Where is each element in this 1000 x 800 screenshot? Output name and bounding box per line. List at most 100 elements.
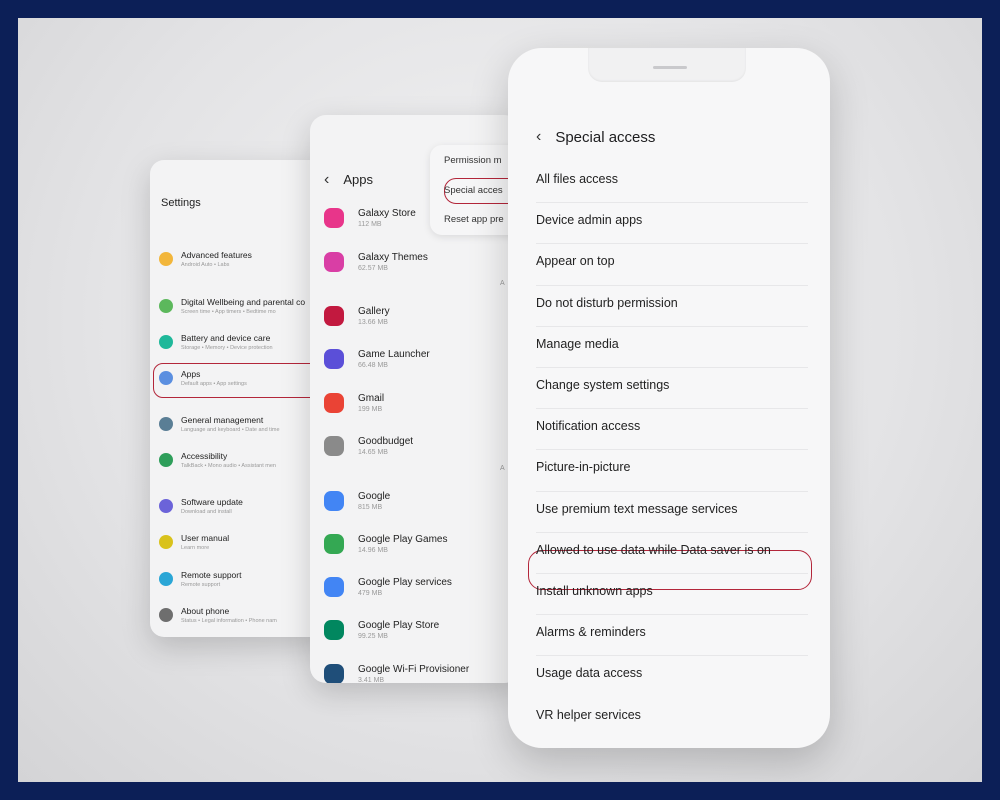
app-list-item[interactable]: Game Launcher 66.48 MB [324, 349, 430, 369]
app-list-item[interactable]: Goodbudget 14.65 MB [324, 436, 413, 456]
phone-apps: ‹ Apps Galaxy Store 112 MB Galaxy Themes … [310, 115, 520, 683]
special-access-item[interactable]: Manage media [536, 337, 619, 351]
app-size: 199 MB [358, 406, 383, 413]
item-subtitle: Default apps • App settings [181, 381, 247, 387]
app-name: Google [358, 491, 391, 502]
app-icon [324, 208, 344, 228]
app-size: 62.57 MB [358, 265, 388, 272]
special-access-item[interactable]: Usage data access [536, 666, 642, 680]
divider [536, 531, 808, 533]
app-list-item[interactable]: Galaxy Store 112 MB [324, 208, 416, 228]
index-letter: A [500, 280, 505, 287]
item-subtitle: Android Auto • Labs [181, 262, 230, 268]
settings-icon [159, 252, 173, 266]
app-icon [324, 252, 344, 272]
app-name: Google Play services [358, 577, 452, 588]
divider [536, 325, 808, 327]
divider [536, 408, 808, 410]
menu-item-permission-manager[interactable]: Permission m [444, 155, 502, 166]
settings-item[interactable]: Software update Download and install [159, 497, 330, 515]
background: Settings Advanced features Android Auto … [18, 18, 982, 782]
item-subtitle: TalkBack • Mono audio • Assistant men [181, 463, 276, 469]
special-access-item[interactable]: Do not disturb permission [536, 296, 678, 310]
settings-icon [159, 453, 173, 467]
app-size: 13.66 MB [358, 319, 388, 326]
special-access-item[interactable]: Picture-in-picture [536, 460, 630, 474]
overflow-menu: Permission m Special acces Reset app pre [430, 145, 520, 235]
app-icon [324, 349, 344, 369]
special-access-item[interactable]: Alarms & reminders [536, 625, 646, 639]
page-title: Settings [161, 197, 201, 209]
app-name: Google Wi-Fi Provisioner [358, 664, 470, 675]
settings-item[interactable]: User manual Learn more [159, 533, 330, 551]
app-size: 815 MB [358, 504, 383, 511]
special-access-item[interactable]: Notification access [536, 419, 640, 433]
item-label: General management [181, 415, 264, 425]
header: ‹ Apps [324, 171, 373, 189]
divider [536, 614, 808, 616]
menu-item-special-access[interactable]: Special acces [444, 185, 503, 196]
app-list-item[interactable]: Google Wi-Fi Provisioner 3.41 MB [324, 664, 469, 683]
settings-item[interactable]: Advanced features Android Auto • Labs [159, 250, 330, 268]
app-name: Gmail [358, 393, 385, 404]
settings-item[interactable]: Remote support Remote support [159, 570, 330, 588]
app-size: 479 MB [358, 590, 383, 597]
divider [536, 490, 808, 492]
special-access-item[interactable]: VR helper services [536, 708, 641, 722]
settings-icon [159, 535, 173, 549]
item-label: Accessibility [181, 451, 228, 461]
special-access-item[interactable]: Install unknown apps [536, 584, 653, 598]
app-name: Gallery [358, 306, 390, 317]
app-size: 112 MB [358, 221, 382, 228]
item-label: Advanced features [181, 250, 252, 260]
settings-item[interactable]: Apps Default apps • App settings [159, 369, 330, 387]
settings-item[interactable]: General management Language and keyboard… [159, 415, 330, 433]
app-list-item[interactable]: Google Play Games 14.96 MB [324, 534, 448, 554]
item-label: Remote support [181, 570, 242, 580]
item-subtitle: Remote support [181, 582, 221, 588]
app-list-item[interactable]: Gmail 199 MB [324, 393, 384, 413]
divider [536, 573, 808, 574]
item-subtitle: Learn more [181, 545, 210, 551]
settings-item[interactable]: Accessibility TalkBack • Mono audio • As… [159, 451, 330, 469]
settings-item[interactable]: Digital Wellbeing and parental co Screen… [159, 297, 330, 315]
divider [536, 367, 808, 368]
phone-special-access: ‹ Special access All files access Device a… [508, 48, 830, 748]
special-access-item[interactable]: All files access [536, 172, 618, 186]
app-icon [324, 577, 344, 597]
app-name: Google Play Games [358, 534, 448, 545]
back-icon[interactable]: ‹ [536, 128, 541, 146]
special-access-item[interactable]: Allowed to use data while Data saver is … [536, 543, 771, 557]
app-name: Game Launcher [358, 349, 430, 360]
app-icon [324, 306, 344, 326]
app-list-item[interactable]: Google 815 MB [324, 491, 390, 511]
special-access-item[interactable]: Appear on top [536, 254, 615, 268]
back-icon[interactable]: ‹ [324, 171, 329, 188]
app-size: 99.25 MB [358, 633, 388, 640]
app-list-item[interactable]: Galaxy Themes 62.57 MB [324, 252, 428, 272]
settings-icon [159, 608, 173, 622]
page-title: Special access [555, 128, 656, 146]
special-access-item[interactable]: Device admin apps [536, 213, 642, 227]
app-icon [324, 534, 344, 554]
item-subtitle: Download and install [181, 509, 232, 515]
settings-item[interactable]: Battery and device care Storage • Memory… [159, 333, 330, 351]
page-title: Apps [343, 172, 373, 187]
item-label: Apps [181, 369, 201, 379]
item-label: User manual [181, 533, 230, 543]
divider [536, 202, 808, 204]
menu-item-reset-app-preferences[interactable]: Reset app pre [444, 214, 504, 225]
app-name: Goodbudget [358, 436, 414, 447]
app-list-item[interactable]: Gallery 13.66 MB [324, 306, 390, 326]
special-access-item[interactable]: Change system settings [536, 378, 669, 392]
item-label: Software update [181, 497, 243, 507]
app-name: Galaxy Store [358, 208, 416, 219]
special-access-item[interactable]: Use premium text message services [536, 502, 737, 516]
app-icon [324, 393, 344, 413]
app-icon [324, 436, 344, 456]
app-list-item[interactable]: Google Play Store 99.25 MB [324, 620, 439, 640]
divider [536, 655, 808, 657]
app-list-item[interactable]: Google Play services 479 MB [324, 577, 452, 597]
settings-item[interactable]: About phone Status • Legal information •… [159, 606, 330, 624]
app-icon [324, 491, 344, 511]
